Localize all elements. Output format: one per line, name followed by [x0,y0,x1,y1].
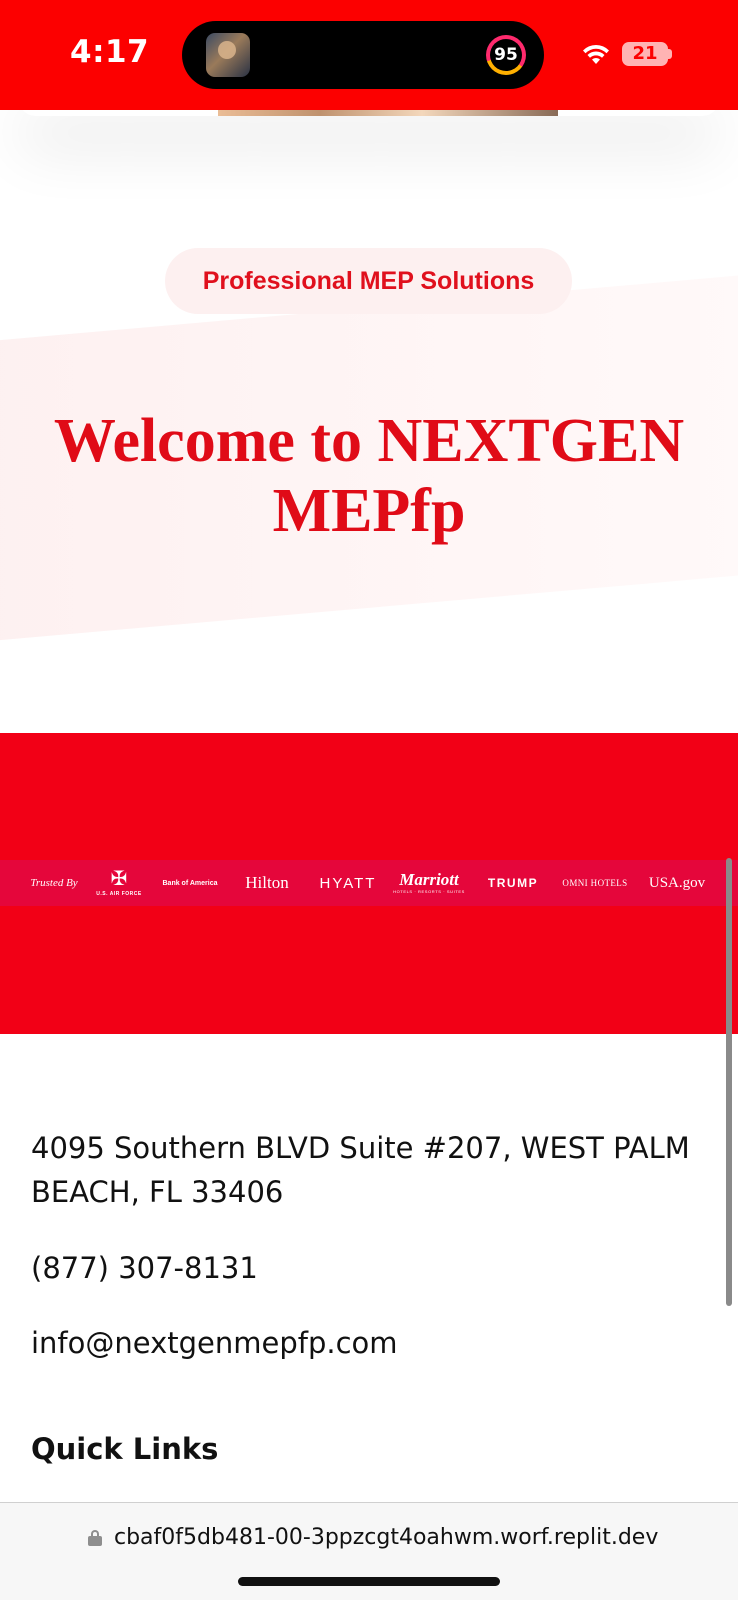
air-force-wings-icon: ✠ [110,868,128,890]
logo-marriott-subtext: HOTELS · RESORTS · SUITES [393,889,465,894]
logo-trump: TRUMP [487,876,539,890]
status-time: 4:17 [70,34,150,70]
activity-ring-icon: 95 [486,35,526,75]
logo-hilton: Hilton [245,873,289,892]
hero-badge: Professional MEP Solutions [165,248,572,314]
logo-bank-of-america: Bank of America [162,879,218,887]
trusted-by-label: Trusted By [30,877,78,889]
logo-omni-hotels: OMNI HOTELS [562,878,628,888]
now-playing-thumbnail-icon[interactable] [206,33,250,77]
footer-phone-link[interactable]: (877) 307-8131 [31,1248,258,1288]
hero-section: Professional MEP Solutions Welcome to NE… [0,116,738,716]
logo-usa-gov: USA.gov [648,874,706,891]
battery-level: 21 [632,43,658,64]
logo-hyatt: HYATT [319,874,377,892]
logo-marriott-text: Marriott [399,870,459,889]
logo-us-air-force: ✠ U.S. AIR FORCE [94,860,144,906]
activity-ring-value: 95 [490,39,522,71]
page-scrollbar[interactable] [726,858,732,1306]
hero-title: Welcome to NEXTGEN MEPfp [53,407,685,545]
logo-marriott: Marriott HOTELS · RESORTS · SUITES [393,860,464,906]
url-field[interactable]: cbaf0f5db481-00-3ppzcgt4oahwm.worf.repli… [88,1525,708,1550]
logo-us-air-force-text: U.S. AIR FORCE [96,891,142,897]
battery-icon: 21 [622,42,668,66]
footer-address: 4095 Southern BLVD Suite #207, WEST PALM… [31,1131,690,1209]
home-indicator[interactable] [238,1577,500,1586]
url-text: cbaf0f5db481-00-3ppzcgt4oahwm.worf.repli… [114,1525,659,1550]
footer-email-link[interactable]: info@nextgenmepfp.com [31,1323,398,1363]
logo-strip: Trusted By ✠ U.S. AIR FORCE Bank of Amer… [0,860,738,906]
battery-cap [668,49,672,59]
quick-links-heading: Quick Links [31,1432,219,1466]
trusted-by-section: Trusted By ✠ U.S. AIR FORCE Bank of Amer… [0,733,738,1034]
lock-icon [88,1529,102,1546]
dynamic-island[interactable]: 95 [182,21,544,89]
status-bar: 4:17 95 21 [0,0,738,110]
wifi-icon [583,44,609,64]
